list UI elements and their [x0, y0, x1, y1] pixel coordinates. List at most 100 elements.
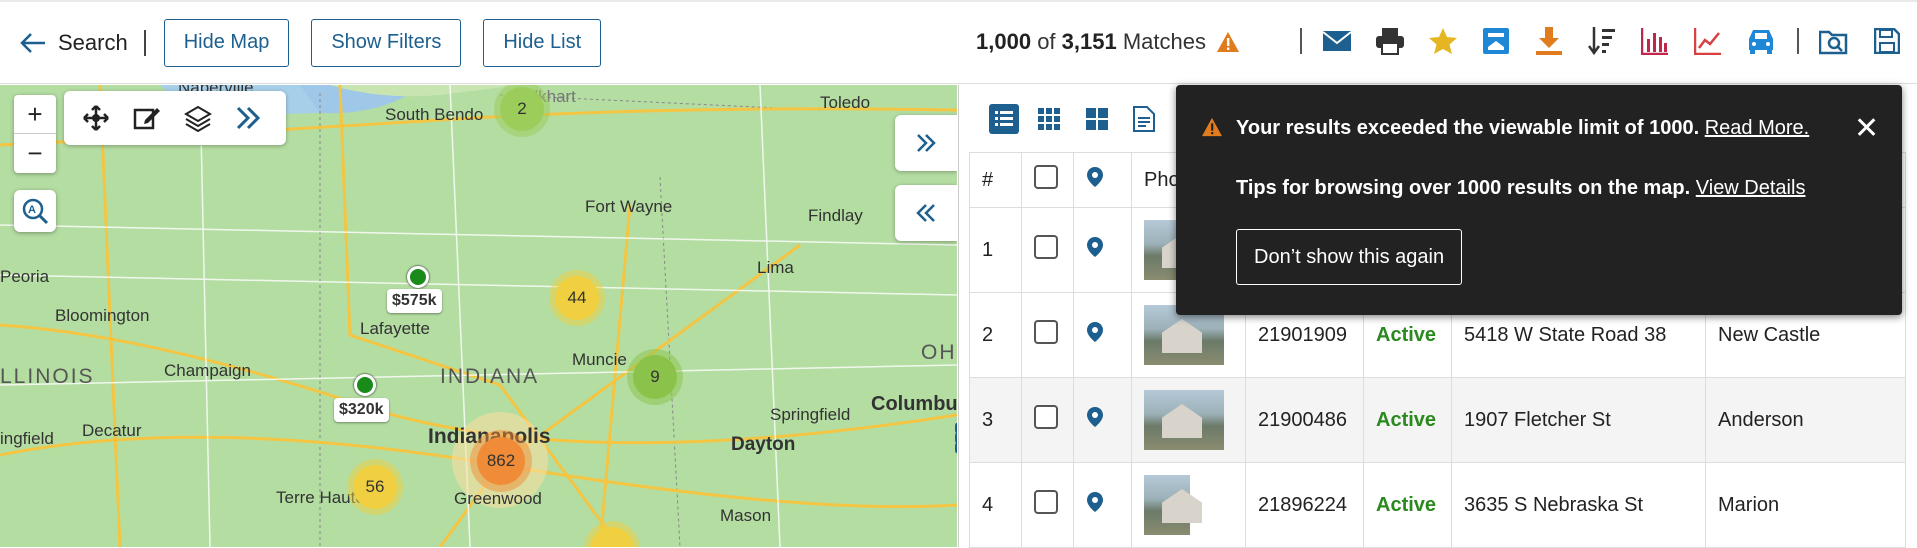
print-icon[interactable]	[1373, 24, 1407, 58]
map-label-lima: Lima	[757, 258, 794, 277]
draw-icon[interactable]	[133, 104, 184, 132]
grid-view-icon[interactable]	[1037, 107, 1085, 131]
row-number: 1	[969, 207, 1022, 293]
warning-icon	[1202, 117, 1222, 137]
hide-map-button[interactable]: Hide Map	[163, 18, 290, 67]
row-checkbox[interactable]	[1034, 405, 1058, 429]
match-count: 1,000 of 3,151 Matches	[976, 29, 1240, 55]
email-icon[interactable]	[1320, 24, 1354, 58]
map-cluster[interactable]: 9	[633, 355, 677, 399]
export-icon[interactable]	[1479, 24, 1513, 58]
expand-list-button[interactable]	[895, 185, 957, 241]
select-all-checkbox[interactable]	[1034, 165, 1058, 189]
dont-show-again-button[interactable]: Don’t show this again	[1236, 229, 1463, 285]
map-pin-icon[interactable]	[1086, 236, 1104, 258]
map-pin-icon[interactable]	[1086, 406, 1104, 428]
map-cluster[interactable]: 44	[555, 276, 599, 320]
row-address: 3635 S Nebraska St	[1451, 462, 1706, 548]
col-map[interactable]	[1073, 152, 1132, 208]
resize-handle[interactable]	[955, 423, 957, 453]
map-pin[interactable]	[407, 266, 429, 288]
hide-list-button[interactable]: Hide List	[483, 18, 602, 67]
bar-chart-icon[interactable]	[1638, 24, 1672, 58]
divider	[1797, 28, 1799, 54]
toast-line1: Your results exceeded the viewable limit…	[1236, 117, 1700, 139]
map-search-icon[interactable]: A	[14, 190, 56, 232]
toast-line2: Tips for browsing over 1000 results on t…	[1236, 177, 1691, 199]
col-select[interactable]	[1021, 152, 1074, 208]
row-city: Marion	[1705, 462, 1906, 548]
map-label-findlay: Findlay	[808, 206, 863, 225]
row-checkbox[interactable]	[1034, 235, 1058, 259]
map-price-label[interactable]: $320k	[334, 398, 389, 422]
view-details-link[interactable]: View Details	[1696, 177, 1806, 199]
row-checkbox[interactable]	[1034, 490, 1058, 514]
row-photo	[1131, 377, 1246, 463]
star-icon[interactable]	[1426, 24, 1460, 58]
row-address: 1907 Fletcher St	[1451, 377, 1706, 463]
map-label-mason: Mason	[720, 506, 772, 525]
car-icon[interactable]	[1744, 24, 1778, 58]
zoom-out-button[interactable]: −	[14, 134, 56, 173]
map-pin-icon	[1087, 167, 1103, 187]
layers-icon[interactable]	[184, 104, 235, 132]
map-label-muncie: Muncie	[572, 350, 627, 369]
search-doc-icon[interactable]	[1817, 24, 1851, 58]
pan-icon[interactable]	[82, 104, 133, 132]
row-map	[1073, 462, 1132, 548]
map-label-fortwayne: Fort Wayne	[585, 197, 673, 216]
map-label-bloomington: Bloomington	[55, 306, 150, 325]
show-filters-button[interactable]: Show Filters	[311, 18, 462, 67]
arrow-left-icon	[20, 32, 45, 53]
col-number[interactable]: #	[969, 152, 1022, 208]
row-select	[1021, 377, 1074, 463]
expand-tools-icon[interactable]	[235, 105, 286, 131]
map-tools	[64, 91, 286, 145]
map-cluster[interactable]: 862	[477, 437, 525, 485]
line-chart-icon[interactable]	[1691, 24, 1725, 58]
row-status: Active	[1363, 462, 1452, 548]
row-city: Anderson	[1705, 377, 1906, 463]
listing-photo[interactable]	[1144, 390, 1224, 450]
download-icon[interactable]	[1532, 24, 1566, 58]
sort-icon[interactable]	[1585, 24, 1619, 58]
table-row[interactable]: 3 21900486 Active 1907 Fletcher St Ander…	[969, 377, 1906, 463]
read-more-link[interactable]: Read More.	[1705, 117, 1810, 139]
row-map	[1073, 377, 1132, 463]
save-icon[interactable]	[1870, 24, 1904, 58]
expand-map-button[interactable]	[895, 115, 957, 171]
table-row[interactable]: 4 21896224 Active 3635 S Nebraska St Mar…	[969, 462, 1906, 548]
listing-photo[interactable]	[1144, 475, 1190, 535]
match-shown: 1,000	[976, 29, 1032, 54]
back-to-search[interactable]: Search	[20, 30, 128, 56]
map-cluster[interactable]: 2	[500, 87, 544, 131]
report-view-icon[interactable]	[1133, 105, 1181, 132]
row-checkbox[interactable]	[1034, 320, 1058, 344]
map-pin[interactable]	[354, 374, 376, 396]
double-chevron-left-icon	[916, 204, 935, 222]
limit-warning-toast: Your results exceeded the viewable limit…	[1176, 85, 1902, 315]
close-icon[interactable]: ✕	[1854, 111, 1879, 146]
map-pin-icon[interactable]	[1086, 491, 1104, 513]
tile-view-icon[interactable]	[1085, 107, 1133, 131]
list-view-icon[interactable]	[989, 103, 1037, 134]
map-price-label[interactable]: $575k	[387, 289, 442, 313]
toolbar-icons	[1300, 24, 1917, 58]
toast-tips: Tips for browsing over 1000 results on t…	[1236, 177, 1805, 200]
map-label-oh: OH	[921, 341, 957, 364]
row-select	[1021, 207, 1074, 293]
map-label-columbus: Columbu	[871, 393, 957, 415]
map-label-decatur: Decatur	[82, 421, 142, 440]
row-select	[1021, 292, 1074, 378]
zoom-in-button[interactable]: +	[14, 95, 56, 134]
map-label-lafayette: Lafayette	[360, 319, 430, 338]
map-panel[interactable]: Naperville South Bendo Elkhart Toledo Fo…	[0, 85, 957, 547]
map-pin-icon[interactable]	[1086, 321, 1104, 343]
row-mls: 21896224	[1245, 462, 1364, 548]
warning-icon[interactable]	[1216, 31, 1240, 53]
map-label-indiana: INDIANA	[440, 365, 540, 388]
map-cluster[interactable]: 56	[353, 465, 397, 509]
row-number: 2	[969, 292, 1022, 378]
match-of: of	[1037, 29, 1056, 54]
top-bar: Search Hide Map Show Filters Hide List 1…	[0, 0, 1917, 84]
